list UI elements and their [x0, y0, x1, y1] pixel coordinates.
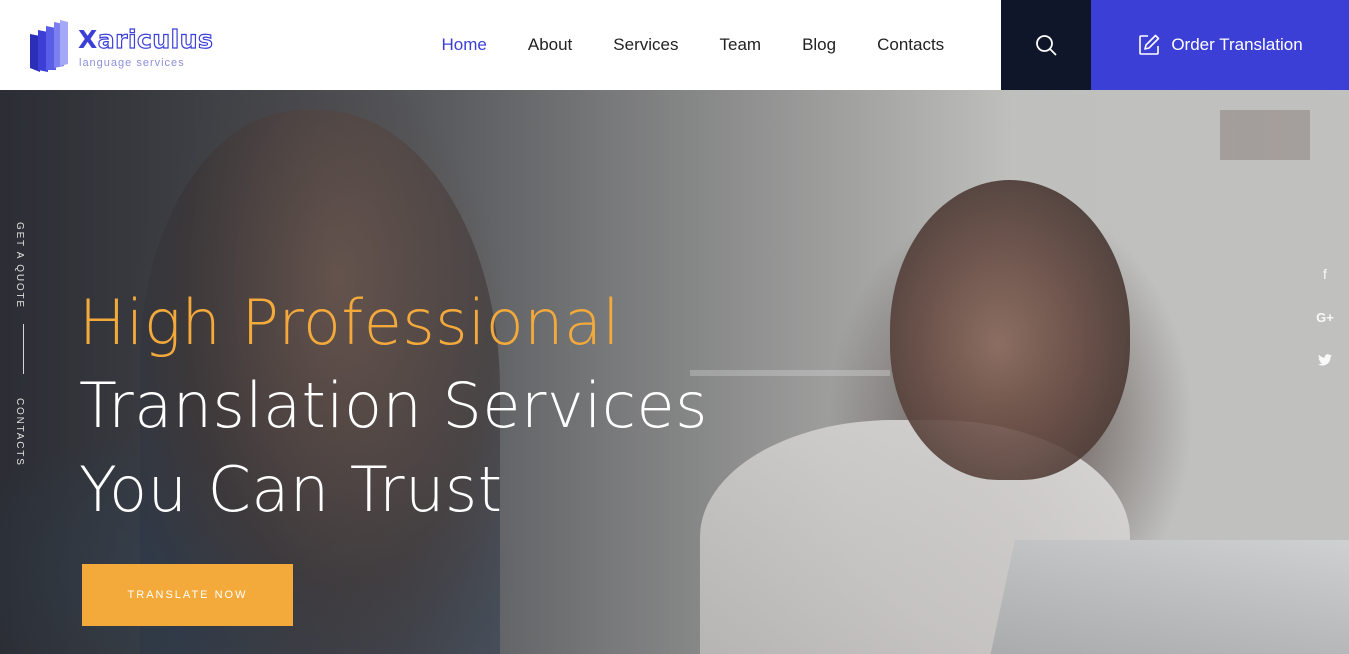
search-button[interactable] — [1001, 0, 1091, 90]
get-a-quote-link[interactable]: GET A QUOTE — [14, 222, 25, 309]
nav-team[interactable]: Team — [719, 35, 761, 55]
main-nav: Home About Services Team Blog Contacts — [421, 0, 965, 90]
nav-home[interactable]: Home — [442, 35, 487, 55]
hero-headline-line2: Translation Services — [79, 369, 708, 442]
nav-contacts[interactable]: Contacts — [877, 35, 944, 55]
side-divider — [23, 324, 24, 374]
logo-name: Xariculus — [78, 25, 214, 54]
edit-icon — [1139, 34, 1160, 55]
logo-tagline: language services — [79, 57, 185, 69]
twitter-icon[interactable] — [1315, 350, 1335, 370]
order-translation-label: Order Translation — [1171, 35, 1303, 54]
nav-about[interactable]: About — [528, 35, 572, 55]
nav-blog[interactable]: Blog — [802, 35, 836, 55]
search-icon — [1036, 35, 1057, 56]
side-links: GET A QUOTE CONTACTS — [0, 90, 46, 654]
hero-section: GET A QUOTE CONTACTS f G+ High Professio… — [0, 90, 1349, 654]
book-stack-icon — [30, 20, 68, 72]
site-header: Xariculus language services Home About S… — [0, 0, 1349, 90]
translate-now-button[interactable]: TRANSLATE NOW — [82, 564, 293, 626]
order-translation-button[interactable]: Order Translation — [1091, 0, 1349, 90]
logo[interactable]: Xariculus language services — [28, 18, 218, 76]
hero-headline-line1: High Professional — [79, 286, 621, 359]
hero-headline-line3: You Can Trust — [79, 453, 503, 526]
twitter-bird-icon — [1318, 354, 1332, 366]
google-plus-icon[interactable]: G+ — [1315, 307, 1335, 327]
contacts-side-link[interactable]: CONTACTS — [14, 398, 25, 467]
nav-services[interactable]: Services — [613, 35, 678, 55]
facebook-icon[interactable]: f — [1315, 264, 1335, 284]
